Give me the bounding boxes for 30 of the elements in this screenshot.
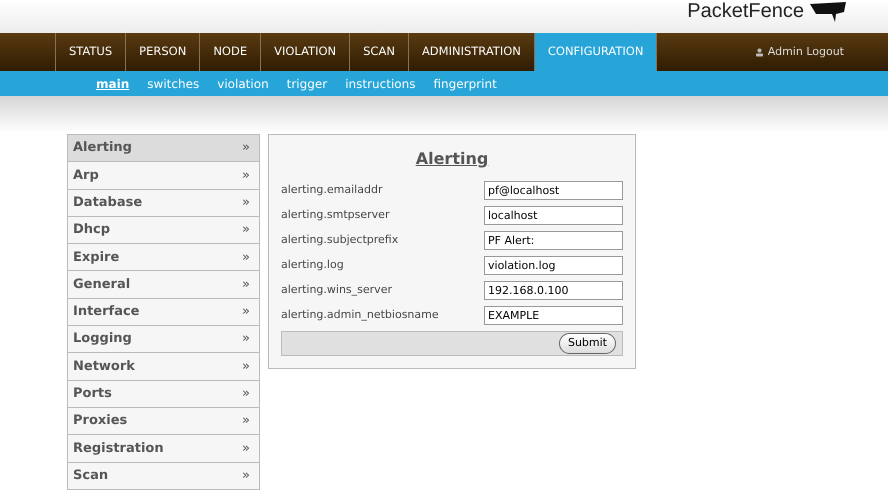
logo-text: PacketFence bbox=[687, 0, 804, 22]
field-label: alerting.wins_server bbox=[281, 282, 392, 298]
field-label: alerting.subjectprefix bbox=[281, 232, 398, 248]
sidebar-item[interactable]: Proxies » bbox=[68, 408, 259, 436]
form-title: Alerting bbox=[416, 148, 488, 170]
sidebar-item[interactable]: Dhcp » bbox=[68, 216, 259, 244]
sidebar-item[interactable]: General » bbox=[68, 271, 259, 299]
input-field[interactable]: violation.log bbox=[484, 256, 623, 275]
user-icon bbox=[754, 48, 764, 56]
sidebar-item[interactable]: Registration » bbox=[68, 435, 259, 463]
sidebar-item[interactable]: Logging » bbox=[68, 326, 259, 354]
sidebar-item[interactable]: Scan » bbox=[68, 462, 259, 490]
sidebar-item[interactable]: Interface » bbox=[68, 298, 259, 326]
field-label: alerting.log bbox=[281, 257, 344, 274]
sidebar-item[interactable]: Database » bbox=[68, 190, 259, 217]
sidebar-item[interactable]: Network » bbox=[68, 353, 259, 381]
sidebar-item[interactable]: Arp » bbox=[68, 162, 259, 190]
input-field[interactable]: PF Alert: bbox=[484, 231, 623, 250]
sidebar-item[interactable]: Alerting » bbox=[68, 135, 259, 162]
sidebar-item[interactable]: Expire » bbox=[68, 244, 259, 272]
field-label: alerting.smtpserver bbox=[281, 207, 390, 224]
input-field[interactable]: localhost bbox=[484, 206, 623, 225]
sidebar-item[interactable]: Ports » bbox=[68, 380, 259, 408]
submit-button[interactable]: Submit bbox=[558, 333, 616, 354]
input-field[interactable]: EXAMPLE bbox=[484, 306, 623, 325]
field-label: alerting.emailaddr bbox=[281, 182, 382, 198]
input-field[interactable]: pf@localhost bbox=[484, 181, 623, 200]
logout-link[interactable]: Admin Logout bbox=[768, 44, 844, 60]
input-field[interactable]: 192.168.0.100 bbox=[484, 281, 623, 300]
field-label: alerting.admin_netbiosname bbox=[281, 307, 439, 324]
